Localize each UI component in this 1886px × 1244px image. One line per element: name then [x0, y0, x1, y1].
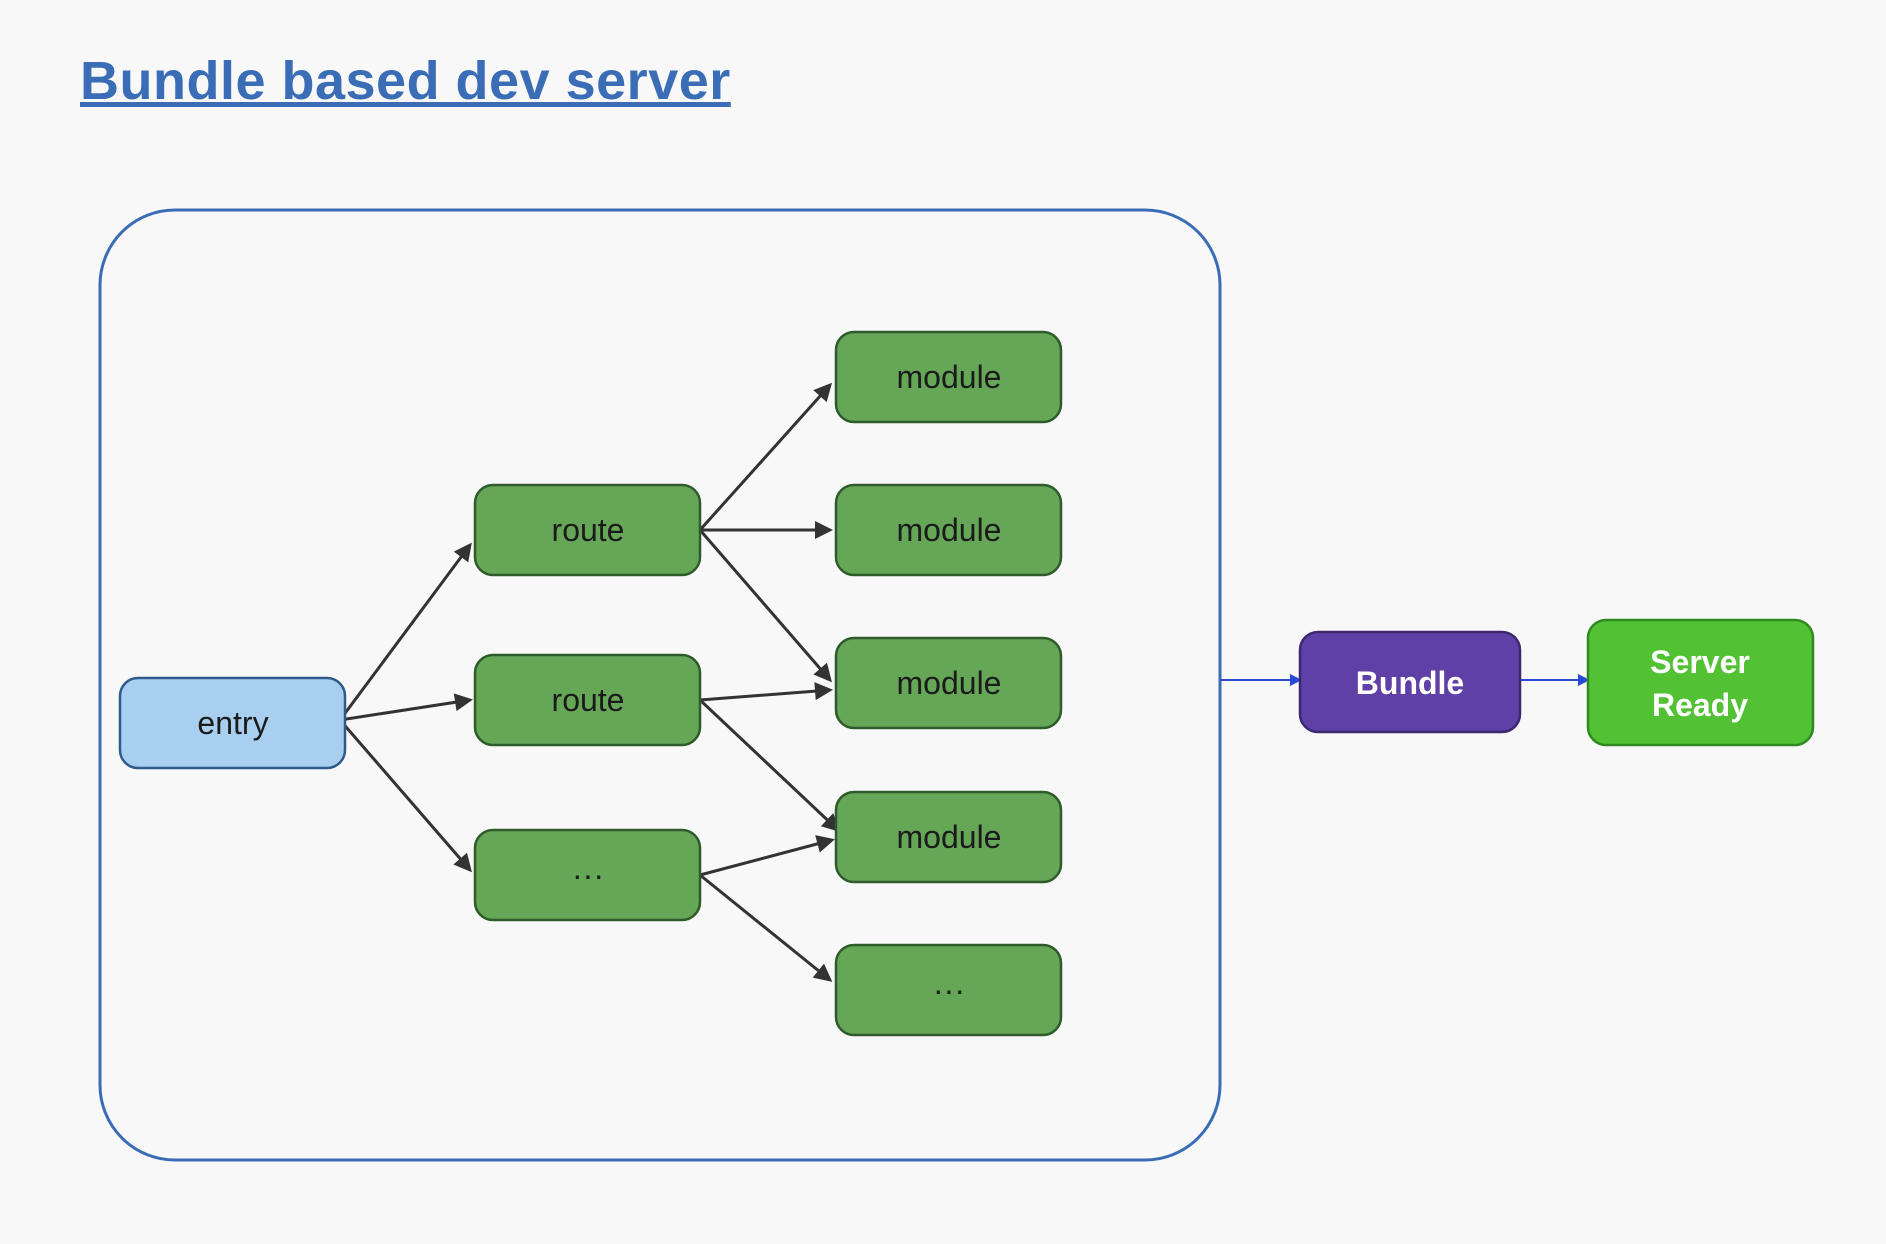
- edge-ellipsis-ellipsis-module: [700, 875, 830, 980]
- node-module-3: module: [836, 638, 1061, 728]
- node-module-ellipsis-label: ···: [933, 972, 965, 1008]
- node-module-2: module: [836, 485, 1061, 575]
- node-server-ready-label-2: Ready: [1652, 687, 1748, 723]
- edge-entry-route1: [340, 545, 470, 720]
- node-route-1: route: [475, 485, 700, 575]
- node-route-ellipsis-label: ···: [572, 857, 604, 893]
- node-module-4: module: [836, 792, 1061, 882]
- node-bundle-label: Bundle: [1356, 665, 1464, 701]
- edge-route2-module4: [700, 700, 838, 830]
- edge-route2-module3: [700, 690, 830, 700]
- edge-route1-module1: [700, 385, 830, 530]
- node-route-1-label: route: [552, 512, 625, 548]
- node-entry: entry: [120, 678, 345, 768]
- node-module-1-label: module: [897, 359, 1002, 395]
- edge-route1-module3: [700, 530, 830, 680]
- edge-entry-ellipsis: [340, 720, 470, 870]
- node-bundle: Bundle: [1300, 632, 1520, 732]
- bundle-diagram: entry route route ··· module module modu…: [0, 0, 1886, 1244]
- node-route-ellipsis: ···: [475, 830, 700, 920]
- node-module-ellipsis: ···: [836, 945, 1061, 1035]
- node-module-1: module: [836, 332, 1061, 422]
- edge-entry-route2: [340, 700, 470, 720]
- node-server-ready: Server Ready: [1588, 620, 1813, 745]
- node-entry-label: entry: [197, 705, 268, 741]
- node-module-4-label: module: [897, 819, 1002, 855]
- node-route-2-label: route: [552, 682, 625, 718]
- node-route-2: route: [475, 655, 700, 745]
- node-server-ready-label-1: Server: [1650, 644, 1750, 680]
- edge-ellipsis-module4: [700, 840, 832, 875]
- node-module-2-label: module: [897, 512, 1002, 548]
- node-module-3-label: module: [897, 665, 1002, 701]
